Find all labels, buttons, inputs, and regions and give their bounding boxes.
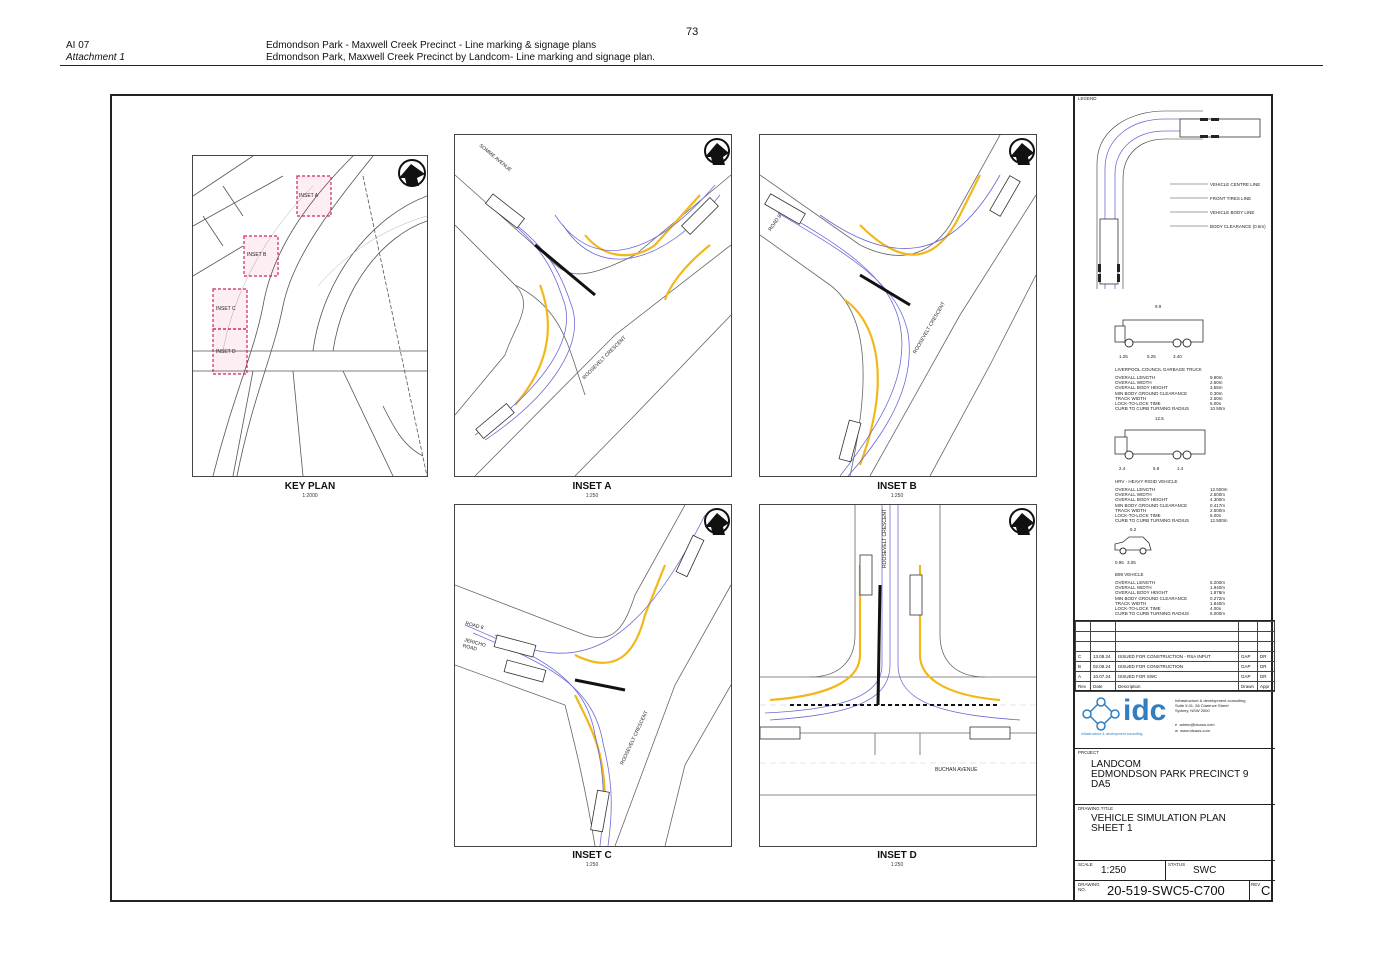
legend-title: LEGEND (1078, 96, 1097, 101)
rev-value: C (1261, 883, 1271, 898)
key-label-inset-d: INSET D (216, 349, 236, 355)
inset-d-title: INSET D (877, 850, 917, 861)
project-label: PROJECT (1078, 750, 1100, 755)
revision-table: C 13.08.24 ISSUED FOR CONSTRUCTION - RSA I… (1075, 621, 1275, 692)
header-rule (60, 65, 1323, 66)
vehicle-2-length: 12.5 (1155, 416, 1164, 421)
header-title-2: Edmondson Park, Maxwell Creek Precinct b… (266, 52, 656, 63)
status-value: SWC (1193, 865, 1217, 876)
attachment-label: Attachment 1 (66, 52, 125, 63)
page-number: 73 (686, 26, 699, 38)
vehicle-3-name: B99 VEHICLE (1115, 572, 1144, 577)
company-web: w www.idcaus.com (1175, 728, 1210, 733)
drawing-no-label: DRAWING NO. (1078, 882, 1100, 893)
revision-row: B 02.08.24 ISSUED FOR CONSTRUCTION GAP DR (1075, 661, 1275, 672)
inset-a-title: INSET A (572, 481, 612, 492)
inset-d-panel: ROOSEVELT CRESCENT BUCHAN AVENUE (759, 504, 1037, 847)
key-label-inset-a: INSET A (299, 193, 319, 199)
revision-row: C 13.08.24 ISSUED FOR CONSTRUCTION - RSA I… (1075, 651, 1275, 662)
drawing-title: VEHICLE SIMULATION PLAN SHEET 1 (1091, 813, 1226, 834)
vehicle-3-values: 5.200m 1.940m 1.878m 0.272m 1.840m 4.00s 6.000… (1210, 580, 1226, 617)
vehicle-1-dim-3: 3.40 (1173, 354, 1182, 359)
vehicle-3-length: 5.2 (1130, 527, 1137, 532)
key-label-inset-c: INSET C (216, 306, 236, 312)
inset-b-panel: ROAD 8 ROOSEVELT CRESCENT (759, 134, 1037, 477)
vehicle-2-dim-2: 5.9 (1153, 466, 1160, 471)
status-label: STATUS (1168, 862, 1186, 867)
vehicle-2-dim-3: 1.4 (1177, 466, 1184, 471)
vehicle-2-dim-1: 2.4 (1119, 466, 1126, 471)
vehicle-1-name: LIVERPOOL COUNCIL GARBAGE TRUCK (1115, 367, 1202, 372)
vehicle-2-values: 12.500m 2.500m 4.300m 0.417m 2.500m 6.00s 12.5… (1210, 487, 1228, 524)
company-email: e admin@idcaus.com (1175, 722, 1215, 727)
key-label-inset-b: INSET B (247, 252, 267, 258)
inset-c-scale: 1:250 (585, 862, 599, 868)
company-address: Infrastructure & development consulting S… (1175, 698, 1246, 713)
vehicle-3-dim-2: 3.05 (1127, 560, 1136, 565)
idc-logo-icon (1082, 697, 1120, 731)
header-title-1: Edmondson Park - Maxwell Creek Precinct … (266, 40, 597, 51)
vehicle-3-specs: OVERALL LENGTH OVERALL WIDTH OVERALL BODY … (1115, 580, 1190, 617)
legend-item-body: VEHICLE BODY LINE (1210, 210, 1255, 215)
revision-row: A 10.07.24 ISSUED FOR SWC GAP DR (1075, 671, 1275, 682)
inset-d-scale: 1:250 (890, 862, 904, 868)
inset-b-title: INSET B (877, 481, 917, 492)
vehicle-1-length: 9.9 (1155, 304, 1162, 309)
vehicle-1-dim-1: 1.25 (1119, 354, 1128, 359)
scale-label: SCALE (1078, 862, 1093, 867)
vehicle-1-specs: OVERALL LENGTH OVERALL WIDTH OVERALL BODY … (1115, 375, 1190, 412)
rev-label: REV (1251, 882, 1261, 887)
inset-d-street-roosevelt: ROOSEVELT CRESCENT (882, 509, 888, 568)
legend-item-clearance: BODY CLEARANCE (0.5m) (1210, 224, 1266, 229)
project-name: LANDCOM EDMONDSON PARK PRECINCT 9 DA5 (1091, 759, 1249, 790)
legend-item-centre: VEHICLE CENTRE LINE (1210, 182, 1261, 187)
inset-c-panel: ROAD 8 JERICHO ROAD ROOSEVELT CRESCENT (454, 504, 732, 847)
company-tagline: infrastructure & development consulting (1081, 732, 1143, 736)
title-block: LEGEND VEHICLE CENTRE LINE FRONT TIRES L… (1073, 94, 1275, 902)
inset-d-street-buchan: BUCHAN AVENUE (935, 767, 978, 773)
key-plan-title: KEY PLAN (284, 481, 336, 492)
inset-a-scale: 1:250 (585, 493, 599, 499)
vehicle-3-dim-1: 0.95 (1115, 560, 1124, 565)
agenda-item: AI 07 (66, 40, 90, 51)
key-plan-panel: INSET A INSET B INSET C INSET D (192, 155, 428, 477)
vehicle-2-specs: OVERALL LENGTH OVERALL WIDTH OVERALL BODY … (1115, 487, 1190, 524)
drawing-number: 20-519-SWC5-C700 (1107, 883, 1225, 898)
inset-c-title: INSET C (572, 850, 612, 861)
legend-item-front-tires: FRONT TIRES LINE (1210, 196, 1252, 201)
company-logo-text: idc (1123, 694, 1167, 727)
vehicle-1-values: 9.90m 2.50m 3.55m 0.30m 2.50m 6.00s 10.50m (1210, 375, 1226, 412)
vehicle-1-dim-2: 5.25 (1147, 354, 1156, 359)
inset-b-scale: 1:250 (890, 493, 904, 499)
drawing-title-label: DRAWING TITLE (1078, 806, 1114, 811)
vehicle-2-name: HRV - HEAVY RIGID VEHICLE (1115, 479, 1178, 484)
key-plan-scale: 1:2000 (302, 493, 318, 499)
scale-value: 1:250 (1101, 865, 1127, 876)
inset-a-panel: SOMME AVENUE ROOSEVELT CRESCENT (454, 134, 732, 477)
